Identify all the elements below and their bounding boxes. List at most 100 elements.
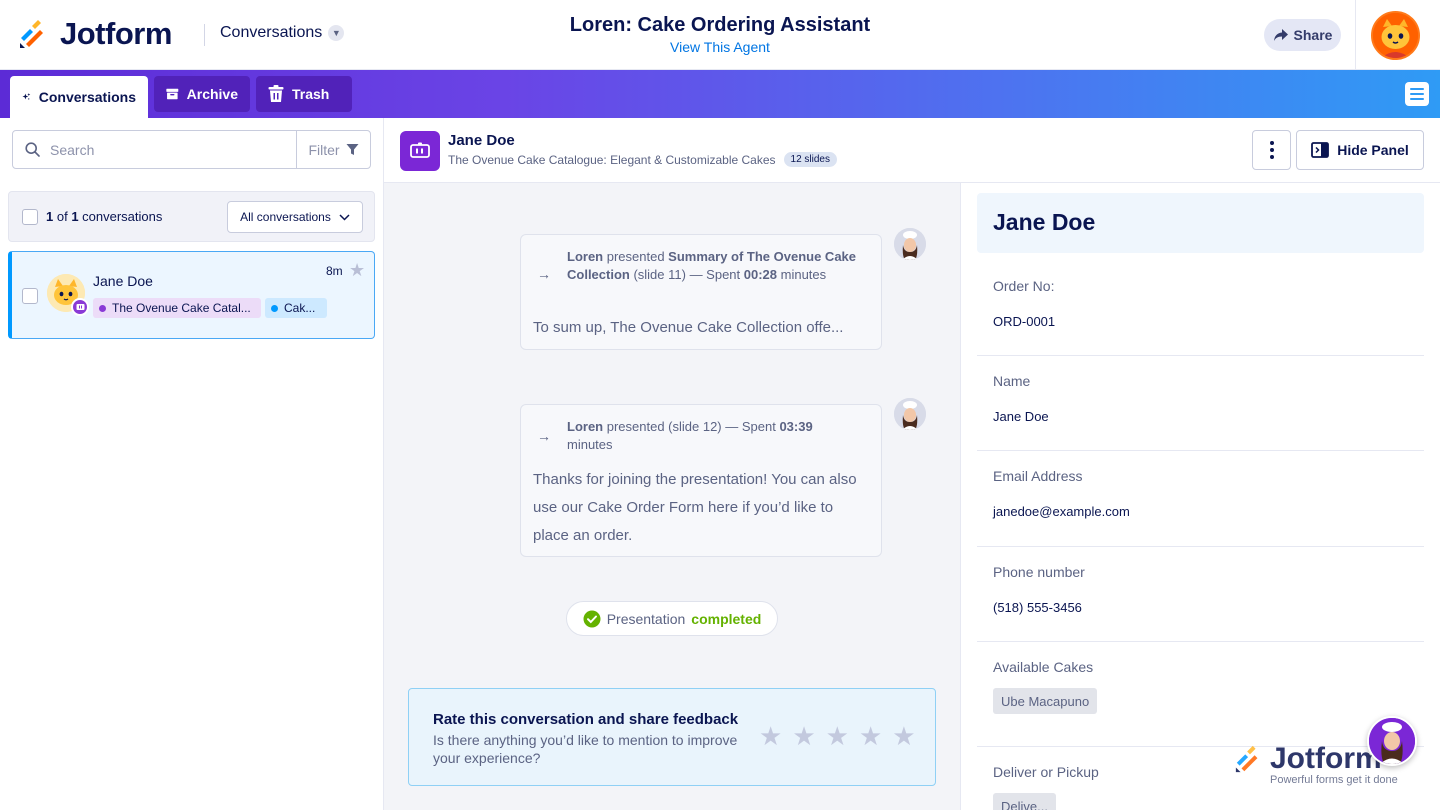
form-chip: Cak... [265, 298, 327, 318]
agent-avatar [894, 228, 926, 260]
panel-header: Jane Doe [977, 193, 1424, 253]
document-title: The Ovenue Cake Catalogue: Elegant & Cus… [448, 152, 776, 167]
field-tag: Delive... [993, 793, 1056, 810]
share-button[interactable]: Share [1264, 19, 1341, 51]
duration-unit: minutes [567, 437, 613, 452]
trash-icon [268, 85, 284, 102]
presentation-icon [400, 131, 440, 171]
hide-panel-icon [1311, 142, 1330, 158]
search-box [12, 130, 297, 169]
search-icon [25, 142, 40, 157]
slide-event-message: → Loren presented Summary of The Ovenue … [520, 234, 882, 350]
tab-bar: Conversations Archive Trash [0, 70, 1440, 118]
duration: 00:28 [743, 267, 778, 282]
header-separator [1355, 0, 1356, 70]
count-of: of [53, 209, 72, 224]
conversation-checkbox[interactable] [22, 288, 38, 304]
powered-by-branding: Jotform Powerful forms get it done [1234, 742, 1398, 786]
field-name: Name Jane Doe [977, 373, 1424, 451]
arrow-right-icon: → [537, 428, 551, 444]
tab-conversations[interactable]: Conversations [10, 76, 148, 118]
scope-label: All conversations [240, 210, 331, 224]
tab-label: Trash [292, 86, 330, 102]
presentation-status-pill: Presentation completed [566, 601, 778, 636]
branding-name: Jotform [1270, 742, 1382, 775]
field-value: janedoe@example.com [993, 504, 1130, 519]
jotform-logo-icon [1235, 745, 1258, 773]
event-verb: presented [603, 419, 669, 434]
share-arrow-icon [1273, 29, 1288, 41]
slide-event-meta: Loren presented (slide 12) — Spent 03:39… [567, 418, 857, 454]
tab-label: Conversations [38, 89, 136, 105]
filter-button[interactable]: Filter [296, 130, 371, 169]
arrow-right-icon: → [537, 266, 551, 282]
count-suffix: conversations [78, 209, 163, 224]
rating-title: Rate this conversation and share feedbac… [433, 711, 739, 728]
cat-avatar-icon [1373, 13, 1418, 58]
panel-title: Jane Doe [993, 209, 1096, 235]
conversation-sidebar: Filter 1 of 1 conversations All conversa… [0, 118, 384, 810]
sparkle-icon [22, 93, 31, 100]
list-item[interactable]: Jane Doe 8m ★ The Ovenue Cake Catal... C… [8, 251, 375, 339]
view-agent-link-wrap: View This Agent [0, 39, 1440, 55]
duration: 03:39 [779, 419, 813, 434]
star-icon[interactable]: ★ [859, 723, 882, 749]
field-phone: Phone number (518) 555-3456 [977, 564, 1424, 642]
star-icon[interactable]: ★ [792, 723, 815, 749]
message-body: To sum up, The Ovenue Cake Collection of… [533, 319, 844, 336]
field-label: Deliver or Pickup [993, 764, 1099, 780]
field-label: Available Cakes [993, 659, 1094, 675]
share-label: Share [1293, 27, 1333, 43]
field-value: (518) 555-3456 [993, 600, 1082, 615]
slide-ref: (slide 11) — Spent [629, 267, 744, 282]
field-email: Email Address janedoe@example.com [977, 468, 1424, 547]
branding-tagline: Powerful forms get it done [1270, 774, 1398, 786]
view-agent-link[interactable]: View This Agent [670, 39, 770, 55]
conversation-time: 8m [326, 264, 343, 278]
tab-label: Archive [186, 86, 238, 102]
select-all-checkbox[interactable] [22, 209, 38, 225]
document-chip: The Ovenue Cake Catal... [93, 298, 261, 318]
actor-name: Loren [567, 249, 604, 264]
star-icon[interactable]: ★ [349, 260, 365, 281]
hide-panel-label: Hide Panel [1337, 142, 1409, 158]
rating-stars: ★ ★ ★ ★ ★ [759, 723, 916, 749]
hamburger-menu-icon[interactable] [1405, 82, 1429, 106]
message-body: Thanks for joining the presentation! You… [533, 471, 857, 544]
slide-event-meta: Loren presented Summary of The Ovenue Ca… [567, 248, 857, 284]
star-icon[interactable]: ★ [759, 723, 782, 749]
agent-title: Loren: Cake Ordering Assistant [569, 14, 871, 36]
tab-trash[interactable]: Trash [256, 76, 352, 112]
search-input[interactable] [50, 141, 270, 158]
archive-icon [166, 88, 179, 100]
chat-transcript: → Loren presented Summary of The Ovenue … [384, 183, 961, 810]
tab-archive[interactable]: Archive [154, 76, 250, 112]
status-value: completed [691, 610, 762, 627]
star-icon[interactable]: ★ [892, 723, 915, 749]
kebab-menu-icon[interactable] [1252, 130, 1291, 170]
filter-label: Filter [308, 141, 340, 158]
star-icon[interactable]: ★ [826, 723, 849, 749]
slide-ref: (slide 12) — Spent [668, 419, 780, 434]
field-label: Name [993, 373, 1031, 389]
chip-label: The Ovenue Cake Catal... [112, 301, 251, 315]
hide-panel-button[interactable]: Hide Panel [1296, 130, 1424, 170]
avatar [47, 274, 89, 316]
field-available-cakes: Available Cakes Ube Macapuno [977, 659, 1424, 747]
event-verb: presented [603, 249, 669, 264]
slide-event-message: → Loren presented (slide 12) — Spent 03:… [520, 404, 882, 557]
duration-unit: minutes [777, 267, 827, 282]
chip-label: Cak... [284, 301, 316, 315]
presentation-badge-icon [71, 298, 89, 316]
actor-name: Loren [567, 419, 604, 434]
conversation-count: 1 of 1 conversations [46, 209, 162, 224]
chevron-down-icon [339, 213, 350, 221]
user-avatar[interactable] [1371, 11, 1420, 60]
conversation-name: Jane Doe [93, 273, 153, 289]
conversation-scope-dropdown[interactable]: All conversations [227, 201, 363, 233]
field-value: Jane Doe [993, 409, 1049, 424]
rating-card: Rate this conversation and share feedbac… [408, 688, 936, 786]
agent-launcher-avatar[interactable] [1367, 716, 1417, 766]
document-info: The Ovenue Cake Catalogue: Elegant & Cus… [448, 152, 837, 167]
details-panel: Jane Doe Order No: ORD-0001 Name Jane Do… [961, 183, 1440, 810]
